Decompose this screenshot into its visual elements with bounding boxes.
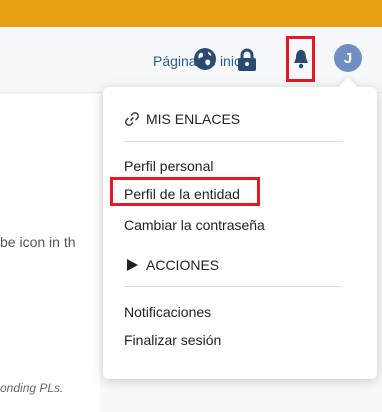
background-text-fragment: be icon in th xyxy=(0,234,76,250)
menu-item-change-password[interactable]: Cambiar la contraseña xyxy=(124,216,265,234)
menu-item-logout[interactable]: Finalizar sesión xyxy=(124,331,221,349)
divider xyxy=(124,286,342,287)
navbar: Página de inicio J xyxy=(0,27,382,93)
play-icon xyxy=(124,257,142,273)
background-footer-fragment: onding PLs. xyxy=(0,381,64,395)
user-dropdown-menu: MIS ENLACES Perfil personal Perfil de la… xyxy=(103,87,377,379)
top-accent-bar xyxy=(0,0,382,27)
lock-icon[interactable] xyxy=(237,48,257,72)
links-section-header: MIS ENLACES xyxy=(124,111,240,127)
link-icon xyxy=(124,111,142,127)
bell-highlight[interactable] xyxy=(286,36,315,82)
globe-icon[interactable] xyxy=(193,47,217,71)
menu-item-personal-profile[interactable]: Perfil personal xyxy=(124,157,214,175)
divider xyxy=(124,141,342,142)
entity-profile-highlight xyxy=(110,177,260,206)
avatar[interactable]: J xyxy=(334,44,362,72)
menu-item-notifications[interactable]: Notificaciones xyxy=(124,303,211,321)
links-section-title: MIS ENLACES xyxy=(146,111,241,127)
actions-section-header: ACCIONES xyxy=(124,257,219,273)
page-content-background xyxy=(0,94,100,412)
actions-section-title: ACCIONES xyxy=(146,257,220,273)
bell-icon[interactable] xyxy=(293,49,309,69)
